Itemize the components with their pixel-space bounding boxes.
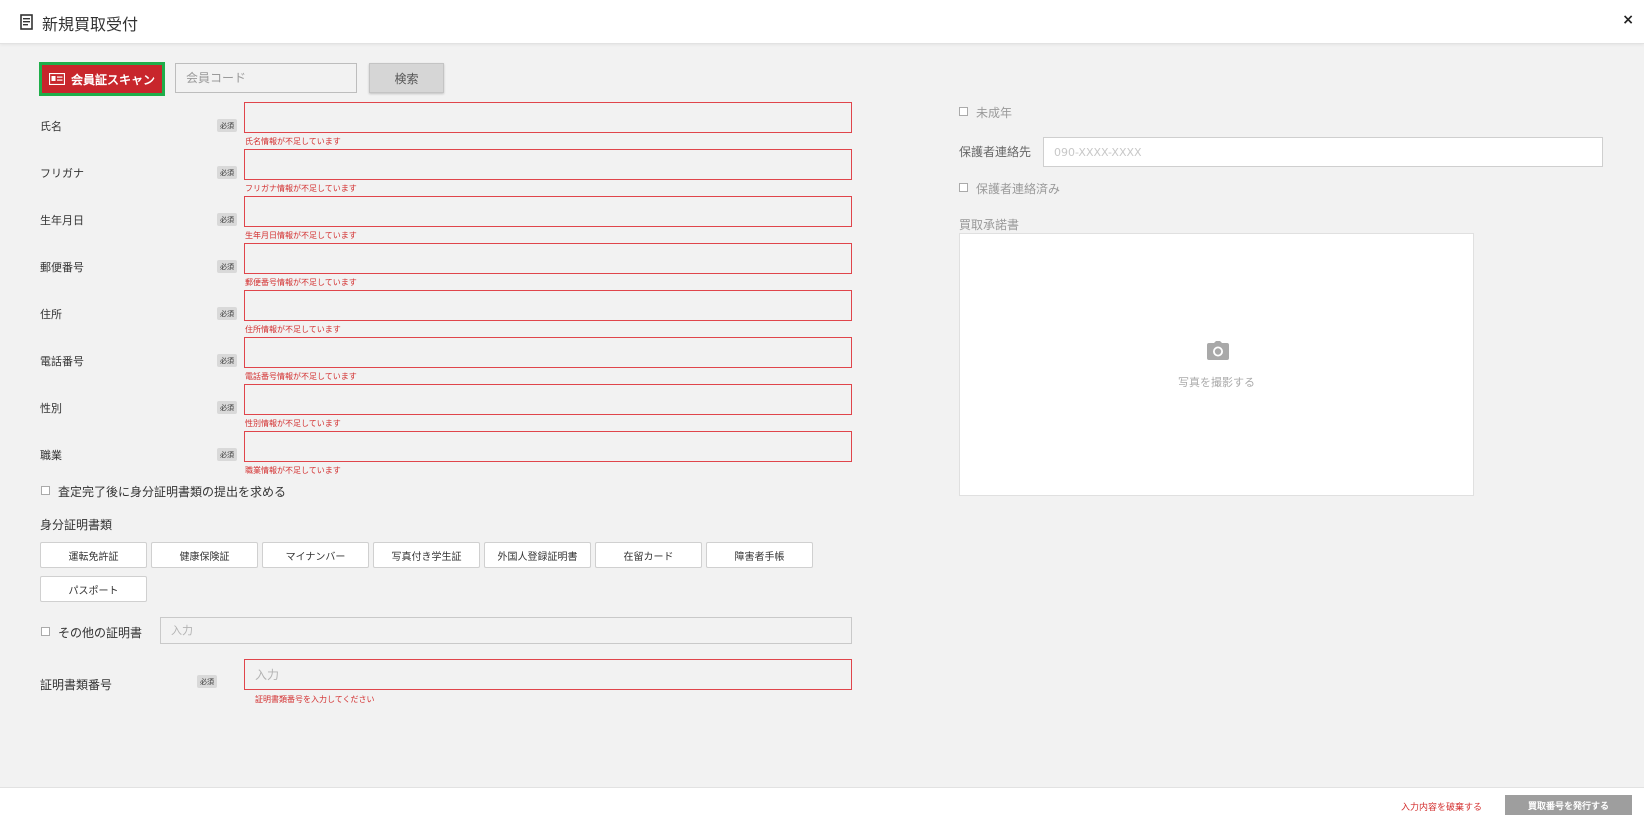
discard-link[interactable]: 入力内容を破棄する — [1401, 800, 1482, 813]
require-id-label: 査定完了後に身分証明書類の提出を求める — [58, 485, 287, 499]
field-label: フリガナ — [40, 167, 84, 180]
required-badge: 必須 — [217, 401, 237, 414]
required-badge: 必須 — [217, 307, 237, 320]
required-badge: 必須 — [217, 166, 237, 179]
id-option-my-number[interactable]: マイナンバー — [262, 542, 369, 568]
field-label: 生年月日 — [40, 214, 84, 227]
id-option-drivers-license[interactable]: 運転免許証 — [40, 542, 147, 568]
required-badge: 必須 — [217, 354, 237, 367]
scan-highlight: 会員証スキャン — [39, 62, 165, 96]
guardian-contact-input[interactable] — [1043, 137, 1603, 167]
required-badge: 必須 — [217, 448, 237, 461]
id-option-residence-card[interactable]: 在留カード — [595, 542, 702, 568]
field-address: 住所 必須 住所情報が不足しています — [40, 290, 852, 337]
scan-button-label: 会員証スキャン — [70, 72, 155, 87]
other-cert-label: その他の証明書 — [58, 626, 143, 640]
guardian-contact-label: 保護者連絡先 — [959, 145, 1032, 159]
required-badge: 必須 — [217, 119, 237, 132]
search-button[interactable]: 検索 — [369, 63, 444, 93]
error-message: 氏名情報が不足しています — [245, 137, 341, 146]
document-icon — [20, 14, 33, 30]
id-option-passport[interactable]: パスポート — [40, 576, 147, 602]
birthdate-input[interactable] — [244, 196, 852, 227]
error-message: フリガナ情報が不足しています — [245, 184, 357, 193]
error-message: 職業情報が不足しています — [245, 466, 341, 475]
minor-label: 未成年 — [976, 106, 1013, 120]
field-label: 住所 — [40, 308, 62, 321]
member-card-scan-button[interactable]: 会員証スキャン — [42, 65, 162, 93]
field-phone: 電話番号 必須 電話番号情報が不足しています — [40, 337, 852, 384]
field-label: 性別 — [40, 402, 62, 415]
address-input[interactable] — [244, 290, 852, 321]
photo-capture-area[interactable]: 写真を撮影する — [959, 233, 1474, 496]
modal-header: 新規買取受付 × — [0, 0, 1644, 44]
other-cert-checkbox[interactable] — [41, 627, 50, 636]
camera-icon — [1207, 341, 1229, 360]
required-badge: 必須 — [217, 213, 237, 226]
name-input[interactable] — [244, 102, 852, 133]
field-label: 電話番号 — [40, 355, 84, 368]
page-title: 新規買取受付 — [42, 15, 139, 34]
field-postal-code: 郵便番号 必須 郵便番号情報が不足しています — [40, 243, 852, 290]
error-message: 生年月日情報が不足しています — [245, 231, 357, 240]
field-label: 職業 — [40, 449, 62, 462]
member-code-input[interactable] — [175, 63, 357, 93]
field-birthdate: 生年月日 必須 生年月日情報が不足しています — [40, 196, 852, 243]
occupation-input[interactable] — [244, 431, 852, 462]
furigana-input[interactable] — [244, 149, 852, 180]
field-gender: 性別 必須 性別情報が不足しています — [40, 384, 852, 431]
minor-checkbox[interactable] — [959, 107, 968, 116]
id-option-alien-registration[interactable]: 外国人登録証明書 — [484, 542, 591, 568]
error-message: 電話番号情報が不足しています — [245, 372, 357, 381]
guardian-contacted-checkbox[interactable] — [959, 183, 968, 192]
id-card-icon — [48, 73, 65, 85]
consent-form-label: 買取承諾書 — [959, 218, 1020, 232]
field-label: 氏名 — [40, 120, 62, 133]
error-message: 性別情報が不足しています — [245, 419, 341, 428]
field-occupation: 職業 必須 職業情報が不足しています — [40, 431, 852, 478]
cert-number-error: 証明書類番号を入力してください — [255, 695, 375, 704]
cert-number-label: 証明書類番号 — [40, 678, 113, 692]
photo-capture-label: 写真を撮影する — [1178, 376, 1255, 389]
close-icon[interactable]: × — [1622, 12, 1634, 28]
postal-code-input[interactable] — [244, 243, 852, 274]
id-option-disability-handbook[interactable]: 障害者手帳 — [706, 542, 813, 568]
error-message: 住所情報が不足しています — [245, 325, 341, 334]
other-cert-input[interactable] — [160, 617, 852, 644]
id-docs-title: 身分証明書類 — [40, 518, 113, 532]
field-label: 郵便番号 — [40, 261, 84, 274]
modal-footer: 入力内容を破棄する 買取番号を発行する — [0, 787, 1644, 822]
guardian-contacted-label: 保護者連絡済み — [976, 182, 1061, 196]
required-badge: 必須 — [217, 260, 237, 273]
gender-input[interactable] — [244, 384, 852, 415]
id-option-health-insurance[interactable]: 健康保険証 — [151, 542, 258, 568]
issue-purchase-number-button[interactable]: 買取番号を発行する — [1505, 795, 1632, 815]
id-option-student-id[interactable]: 写真付き学生証 — [373, 542, 480, 568]
error-message: 郵便番号情報が不足しています — [245, 278, 357, 287]
required-badge: 必須 — [197, 675, 217, 688]
phone-input[interactable] — [244, 337, 852, 368]
cert-number-input[interactable] — [244, 659, 852, 690]
field-furigana: フリガナ 必須 フリガナ情報が不足しています — [40, 149, 852, 196]
field-name: 氏名 必須 氏名情報が不足しています — [40, 102, 852, 149]
require-id-checkbox[interactable] — [41, 486, 50, 495]
